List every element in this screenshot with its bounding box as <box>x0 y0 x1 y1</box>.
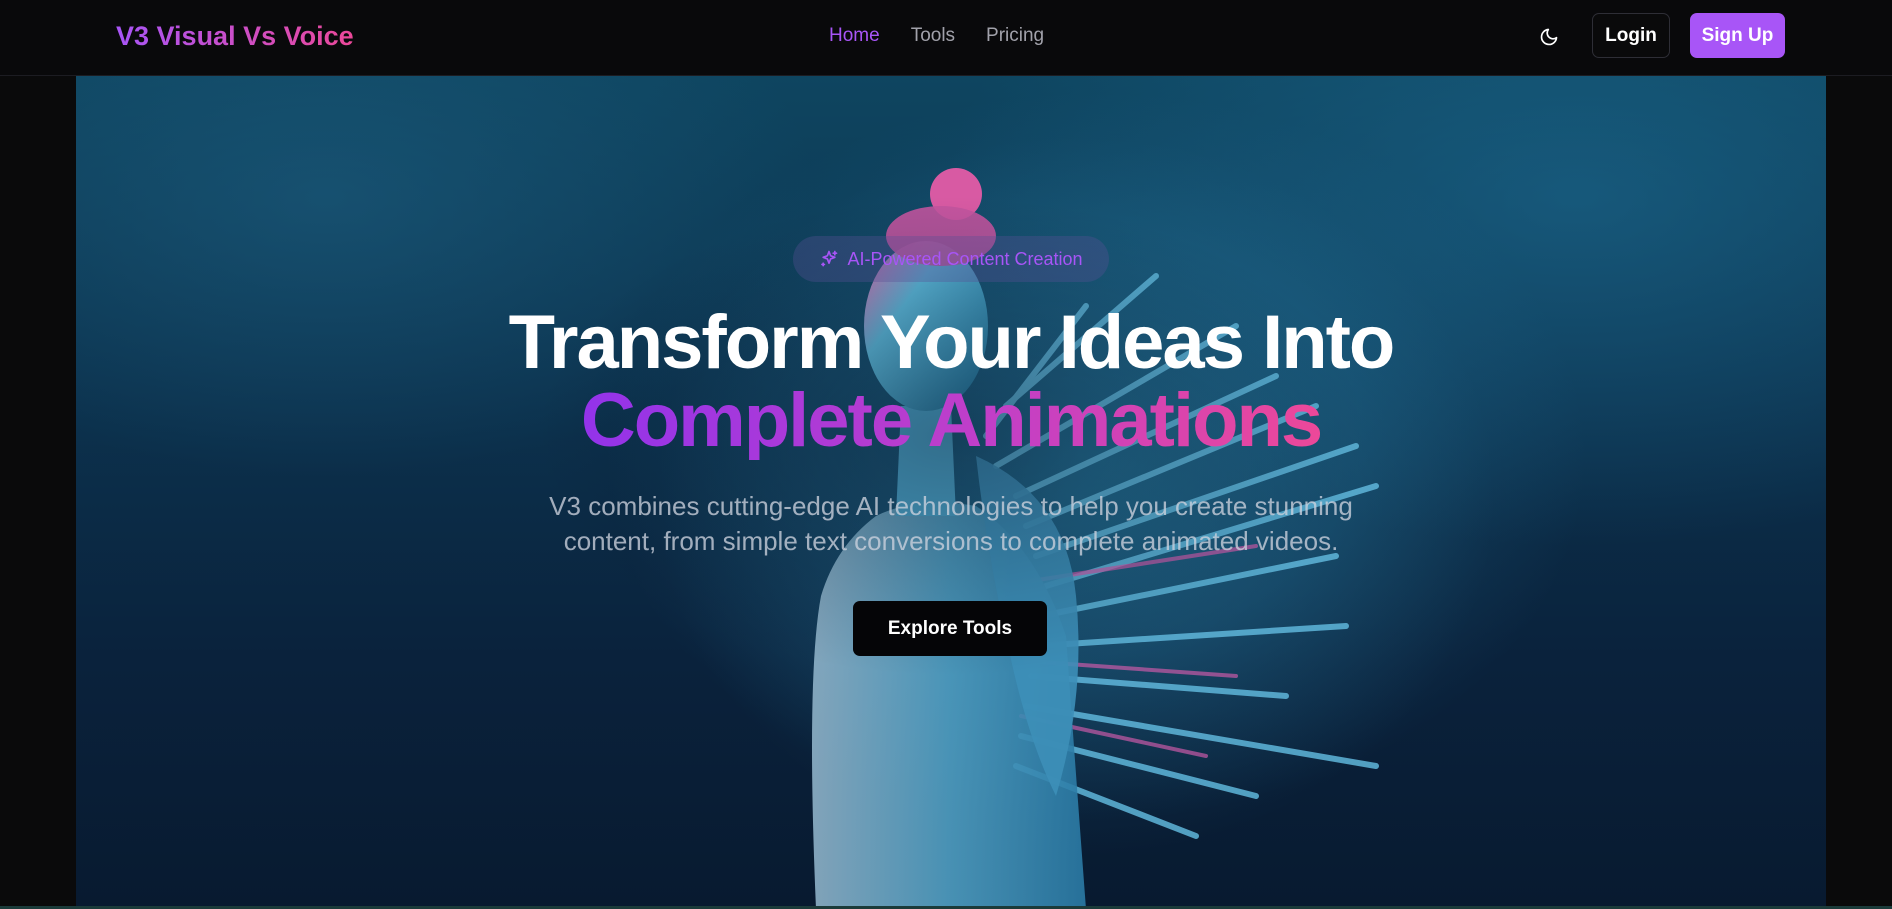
main-nav: Home Tools Pricing <box>829 24 1044 48</box>
explore-tools-button[interactable]: Explore Tools <box>853 601 1047 656</box>
badge-text: AI-Powered Content Creation <box>847 248 1083 269</box>
nav-tools-link[interactable]: Tools <box>911 24 955 48</box>
moon-icon <box>1540 28 1558 46</box>
signup-button[interactable]: Sign Up <box>1690 13 1785 58</box>
hero-title: Transform Your Ideas Into Complete Anima… <box>76 304 1826 460</box>
top-navbar: V3 Visual Vs Voice Home Tools Pricing Lo… <box>0 0 1892 76</box>
hero-section: AI-Powered Content Creation Transform Yo… <box>76 76 1826 909</box>
theme-toggle-button[interactable] <box>1528 16 1570 58</box>
nav-home-link[interactable]: Home <box>829 24 880 48</box>
nav-pricing-link[interactable]: Pricing <box>986 24 1044 48</box>
hero-title-line2: Complete Animations <box>580 378 1323 463</box>
ai-badge: AI-Powered Content Creation <box>793 236 1109 282</box>
hero-subtitle: V3 combines cutting-edge AI technologies… <box>549 491 1353 556</box>
login-button[interactable]: Login <box>1592 13 1670 58</box>
hero-title-line1: Transform Your Ideas Into <box>508 300 1396 385</box>
sparkles-icon <box>821 250 838 267</box>
brand-logo[interactable]: V3 Visual Vs Voice <box>116 19 354 53</box>
